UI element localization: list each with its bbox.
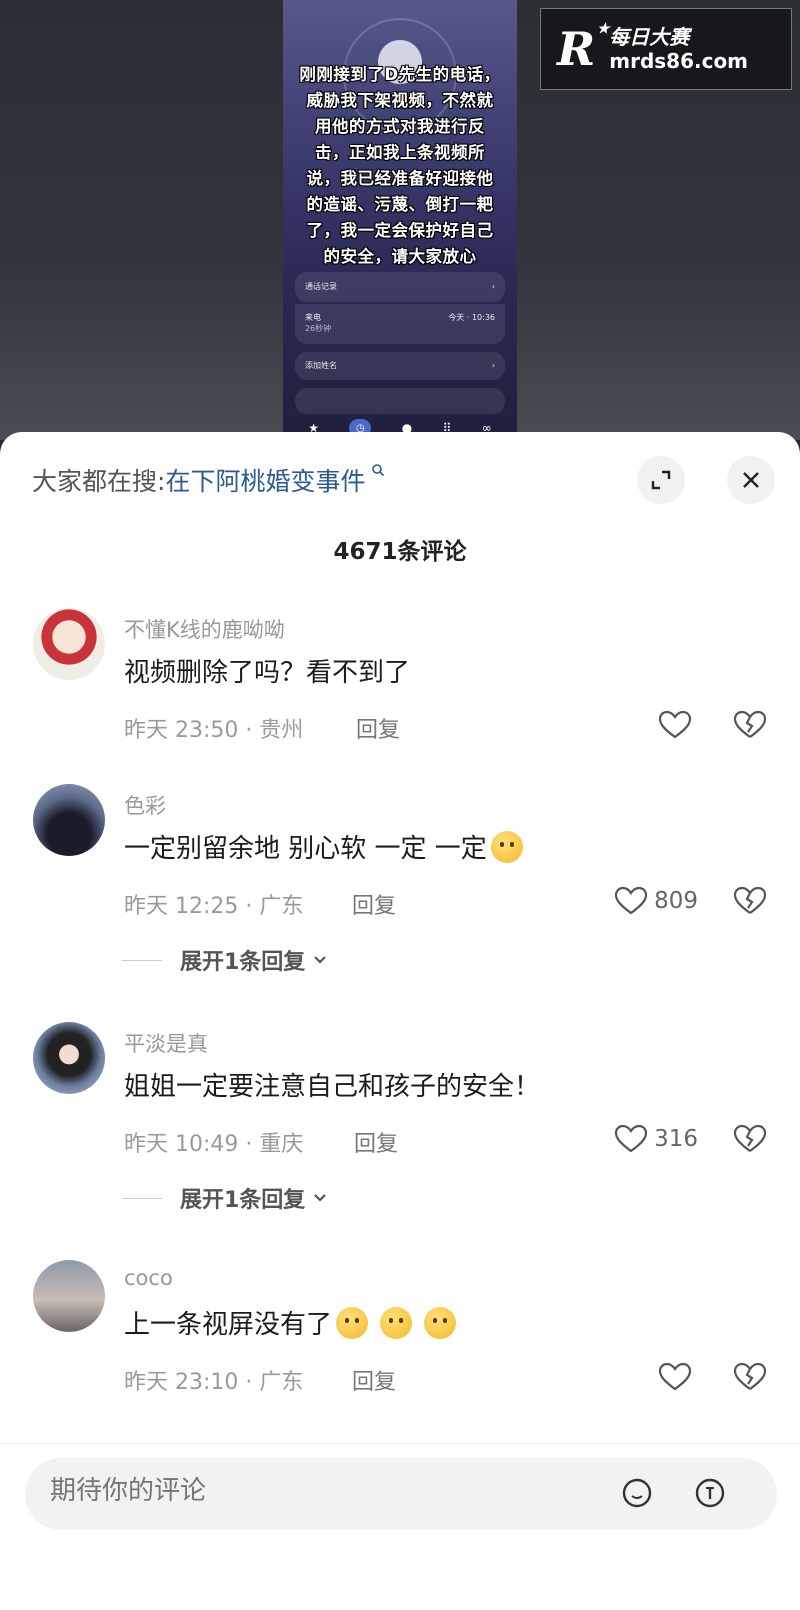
comment-input[interactable]	[50, 1476, 570, 1506]
emoji-icon	[622, 1478, 652, 1508]
comment-item: coco 上一条视屏没有了 昨天 23:10 · 广东 回复	[0, 1260, 800, 1410]
comment-item: 平淡是真 姐姐一定要注意自己和孩子的安全！ 昨天 10:49 · 重庆 回复 3…	[0, 1022, 800, 1222]
incoming-duration: 26秒钟	[305, 324, 332, 333]
call-records-label: 通话记录	[305, 282, 337, 291]
expand-replies-label: 展开1条回复	[180, 950, 306, 975]
chevron-down-icon	[314, 1194, 327, 1202]
avatar[interactable]	[33, 784, 105, 856]
dislike-button[interactable]	[733, 708, 767, 742]
video-overlay-caption: 刚刚接到了D先生的电话，威胁我下架视频，不然就用他的方式对我进行反击，正如我上条…	[299, 65, 501, 266]
divider	[122, 959, 162, 961]
comment-text: 姐姐一定要注意自己和孩子的安全！	[124, 1072, 541, 1102]
comment-item: 色彩 一定别留余地 别心软 一定 一定 昨天 12:25 · 广东 回复 809…	[0, 784, 800, 984]
trending-search[interactable]: 大家都在搜:在下阿桃婚变事件	[32, 462, 385, 498]
chevron-down-icon	[314, 956, 327, 964]
close-icon	[743, 472, 759, 488]
avatar[interactable]	[33, 1260, 105, 1332]
watermark-logo: R ★	[557, 21, 610, 76]
broken-heart-icon	[733, 1362, 767, 1390]
comment-sheet: 大家都在搜:在下阿桃婚变事件 4671条评论 不懂K线的鹿呦呦 视频删除了吗？看…	[0, 432, 800, 1610]
trending-search-prefix: 大家都在搜:	[32, 467, 166, 496]
broken-heart-icon	[733, 710, 767, 738]
search-icon	[365, 462, 384, 481]
video-frame[interactable]: 刚刚接到了D先生的电话，威胁我下架视频，不然就用他的方式对我进行反击，正如我上条…	[283, 0, 517, 440]
chevron-right-icon: ›	[491, 361, 495, 370]
at-button[interactable]	[693, 1476, 727, 1510]
dislike-button[interactable]	[733, 1360, 767, 1394]
expand-button[interactable]	[637, 456, 685, 504]
watermark-title: 每日大赛	[609, 25, 690, 49]
reply-button[interactable]: 回复	[352, 1364, 396, 1396]
incoming-call-card: 来电 今天 · 10:36 26秒钟	[295, 304, 505, 344]
like-count: 316	[654, 1126, 698, 1152]
reply-button[interactable]: 回复	[352, 888, 396, 920]
trending-search-query[interactable]: 在下阿桃婚变事件	[165, 467, 365, 496]
watermark: R ★ 每日大赛 mrds86.com	[540, 8, 792, 90]
comment-input-container[interactable]	[25, 1458, 777, 1530]
avatar[interactable]	[33, 608, 105, 680]
incoming-label: 来电	[305, 313, 321, 322]
heart-icon	[614, 886, 648, 915]
broken-heart-icon	[733, 886, 767, 914]
comment-meta: 昨天 23:50 · 贵州	[124, 718, 304, 743]
comment-input-bar	[0, 1443, 800, 1610]
incoming-time: 今天 · 10:36	[448, 313, 495, 322]
chevron-right-icon: ›	[491, 282, 495, 291]
dislike-button[interactable]	[733, 884, 767, 918]
comment-username[interactable]: 不懂K线的鹿呦呦	[124, 614, 285, 644]
comment-text-body: 上一条视屏没有了	[124, 1310, 333, 1340]
heart-icon	[658, 1362, 692, 1391]
expand-replies-label: 展开1条回复	[180, 1188, 306, 1213]
expand-replies-button[interactable]: 展开1条回复	[122, 1182, 329, 1214]
shushing-emoji-icon	[380, 1307, 413, 1339]
watermark-url: mrds86.com	[609, 49, 749, 73]
comment-item: 不懂K线的鹿呦呦 视频删除了吗？看不到了 昨天 23:50 · 贵州 回复	[0, 608, 800, 758]
like-button[interactable]	[658, 1360, 698, 1394]
call-records-card: 通话记录 ›	[295, 272, 505, 302]
comment-username[interactable]: 色彩	[124, 790, 166, 820]
like-button[interactable]: 809	[614, 884, 698, 918]
comment-count: 4671条评论	[333, 539, 467, 565]
close-button[interactable]	[727, 456, 775, 504]
like-button[interactable]: 316	[614, 1122, 698, 1156]
comment-text: 一定别留余地 别心软 一定 一定	[124, 828, 523, 865]
shushing-emoji-icon	[424, 1307, 457, 1339]
dislike-button[interactable]	[733, 1122, 767, 1156]
comment-meta: 昨天 10:49 · 重庆	[124, 1132, 304, 1157]
reply-button[interactable]: 回复	[356, 712, 400, 744]
at-icon	[695, 1478, 725, 1508]
like-count: 809	[654, 888, 698, 914]
expand-replies-button[interactable]: 展开1条回复	[122, 944, 329, 976]
add-name-card: 添加姓名 ›	[295, 352, 505, 380]
emoji-button[interactable]	[620, 1476, 654, 1510]
avatar[interactable]	[33, 1022, 105, 1094]
comment-meta: 昨天 12:25 · 广东	[124, 894, 304, 919]
comment-username[interactable]: coco	[124, 1266, 173, 1290]
comment-text: 上一条视屏没有了	[124, 1304, 457, 1341]
divider	[122, 1197, 162, 1199]
smile-emoji-icon	[490, 831, 523, 863]
add-name-label: 添加姓名	[305, 361, 337, 370]
comment-username[interactable]: 平淡是真	[124, 1028, 208, 1058]
heart-icon	[614, 1124, 648, 1153]
comment-text-body: 一定别留余地 别心软 一定 一定	[124, 834, 487, 864]
shushing-emoji-icon	[336, 1307, 369, 1339]
comment-text: 视频删除了吗？看不到了	[124, 658, 411, 688]
number-card	[295, 388, 505, 414]
heart-icon	[658, 710, 692, 739]
reply-button[interactable]: 回复	[354, 1126, 398, 1158]
broken-heart-icon	[733, 1124, 767, 1152]
expand-icon	[651, 470, 671, 490]
like-button[interactable]	[658, 708, 698, 742]
comment-meta: 昨天 23:10 · 广东	[124, 1370, 304, 1395]
